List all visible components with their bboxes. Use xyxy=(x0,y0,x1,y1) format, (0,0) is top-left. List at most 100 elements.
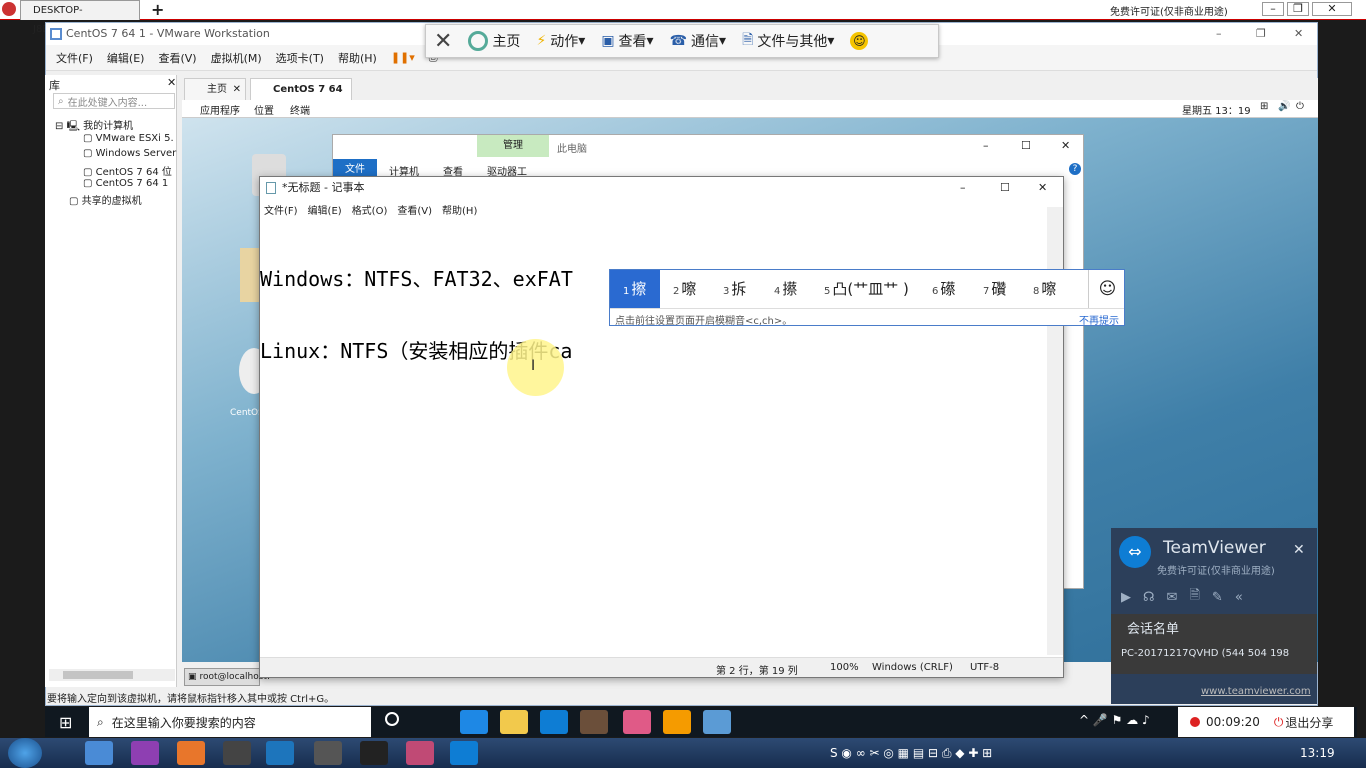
folder-icon[interactable] xyxy=(500,710,528,734)
menu-view[interactable]: 查看(V) xyxy=(158,50,196,66)
collapse-icon[interactable]: « xyxy=(1235,590,1243,605)
vm-task-item[interactable]: ▣ root@localhost:~ xyxy=(184,668,278,686)
menu-file[interactable]: 文件(F) xyxy=(56,50,93,66)
menu-edit[interactable]: 编辑(E) xyxy=(308,202,342,217)
ime-candidate[interactable]: 4攃 xyxy=(774,270,797,308)
maximize-icon[interactable]: ❐ xyxy=(1256,23,1266,45)
menu-edit[interactable]: 编辑(E) xyxy=(107,50,145,66)
pin-icon[interactable]: ✎ xyxy=(1212,590,1223,605)
minimize-icon[interactable]: – xyxy=(983,139,989,152)
tree-shared-vms[interactable]: ▢ 共享的虚拟机 xyxy=(69,192,142,207)
close-icon[interactable]: ✕ xyxy=(233,79,241,101)
tab-centos[interactable]: CentOS 7 64 1✕ xyxy=(250,78,352,117)
smiley-icon[interactable]: ☺ xyxy=(850,32,869,50)
actions-button[interactable]: ⚡ 动作 ▾ xyxy=(536,31,585,51)
menu-view[interactable]: 查看(V) xyxy=(397,202,432,217)
ime-candidate[interactable]: 5 凸(艹皿艹 ) xyxy=(824,270,909,308)
session-tab[interactable]: DESKTOP-J8EBTT8✕ xyxy=(20,0,140,35)
power-icon[interactable]: ⏻ xyxy=(1296,101,1304,112)
app-icon[interactable] xyxy=(85,741,113,765)
menu-format[interactable]: 格式(O) xyxy=(352,202,388,217)
menu-vm[interactable]: 虚拟机(M) xyxy=(211,50,262,66)
app-icon[interactable] xyxy=(580,710,608,734)
files-button[interactable]: 🗎 文件与其他 ▾ xyxy=(742,29,834,53)
chat-icon[interactable]: ✉ xyxy=(1167,590,1178,605)
tray-icons[interactable]: ^ 🎤 ⚑ ☁ ♪ xyxy=(1079,713,1150,727)
menu-help[interactable]: 帮助(H) xyxy=(338,50,377,66)
system-clock[interactable]: 13:19 xyxy=(1300,746,1335,760)
ime-candidate[interactable]: 7礸 xyxy=(983,270,1006,308)
video-icon[interactable]: ▶ xyxy=(1121,590,1131,605)
gnome-terminal[interactable]: 终端 xyxy=(290,102,310,117)
menu-tabs[interactable]: 选项卡(T) xyxy=(276,50,324,66)
close-icon[interactable]: ✕ xyxy=(1061,139,1070,152)
emoji-icon[interactable]: ☺ xyxy=(1088,270,1126,308)
notepad-icon[interactable] xyxy=(703,710,731,734)
comm-button[interactable]: ☎ 通信 ▾ xyxy=(670,31,726,51)
horizontal-scrollbar[interactable] xyxy=(49,669,175,681)
edge-icon[interactable] xyxy=(460,710,488,734)
network-icon[interactable]: ⊞ xyxy=(1260,101,1268,112)
minimize-icon[interactable]: – xyxy=(960,177,966,199)
ime-candidate[interactable]: 3拆 xyxy=(723,270,746,308)
maximize-icon[interactable]: ☐ xyxy=(1000,177,1010,199)
gnome-applications[interactable]: 应用程序 xyxy=(200,102,240,117)
pause-icon[interactable]: ❚❚▾ xyxy=(391,51,415,64)
ime-dismiss[interactable]: 不再提示 xyxy=(1079,312,1119,327)
tree-item-vm[interactable]: ▢ CentOS 7 64 1 xyxy=(83,178,168,192)
session-peer[interactable]: PC-20171217QVHD (544 504 198 xyxy=(1121,648,1289,659)
maximize-icon[interactable]: ❐ xyxy=(1287,2,1309,16)
vmware-icon[interactable] xyxy=(266,741,294,765)
close-icon[interactable]: ✕ xyxy=(1293,542,1305,558)
minimize-icon[interactable]: – xyxy=(1216,23,1222,45)
chat-icon[interactable] xyxy=(406,741,434,765)
ime-candidate[interactable]: 2嚓 xyxy=(673,270,696,308)
vmware-icon[interactable] xyxy=(663,710,691,734)
menu-help[interactable]: 帮助(H) xyxy=(442,202,477,217)
close-icon: ✕ xyxy=(434,28,453,54)
windows-start-icon[interactable] xyxy=(8,738,42,768)
tree-item-vm[interactable]: ▢ Windows Server xyxy=(83,148,176,162)
ime-candidate[interactable]: 6礤 xyxy=(932,270,955,308)
file-icon[interactable]: 🗎 xyxy=(1189,586,1199,608)
gnome-places[interactable]: 位置 xyxy=(254,102,274,117)
minimize-icon[interactable]: – xyxy=(1262,2,1284,16)
volume-icon[interactable]: 🔊 xyxy=(1278,101,1290,112)
home-button[interactable]: 主页 xyxy=(468,31,520,51)
headset-icon[interactable]: ☊ xyxy=(1143,590,1155,605)
firefox-icon[interactable] xyxy=(177,741,205,765)
close-icon[interactable]: ✕ xyxy=(1038,177,1047,199)
teamviewer-icon[interactable] xyxy=(540,710,568,734)
windows-start-icon[interactable]: ⊞ xyxy=(59,713,72,732)
stop-share-button[interactable]: 退出分享 xyxy=(1285,714,1333,731)
tree-my-computer[interactable]: ⊟ 🖳 我的计算机 xyxy=(55,117,133,132)
menu-file[interactable]: 文件(F) xyxy=(264,202,298,217)
ime-candidate[interactable]: 1擦 xyxy=(610,270,660,308)
settings-icon[interactable] xyxy=(223,741,251,765)
new-tab-icon[interactable]: + xyxy=(151,0,164,19)
close-icon[interactable]: ✕ xyxy=(1312,2,1352,16)
gnome-clock[interactable]: 星期五 13：19 xyxy=(1182,102,1251,117)
power-icon[interactable]: ⏻ xyxy=(1274,715,1284,730)
tab-manage[interactable]: 管理 xyxy=(477,135,549,157)
cortana-icon[interactable] xyxy=(385,712,399,726)
cmd-icon[interactable] xyxy=(360,741,388,765)
teamviewer-icon[interactable] xyxy=(450,741,478,765)
teamviewer-link[interactable]: www.teamviewer.com xyxy=(1201,686,1311,697)
tab-home[interactable]: 主页 ✕ xyxy=(184,78,246,100)
tree-item-vm[interactable]: ▢ CentOS 7 64 位 xyxy=(83,163,172,178)
view-button[interactable]: ▣ 查看 ▾ xyxy=(601,31,653,51)
library-search[interactable]: ⌕ 在此处键入内容... xyxy=(53,93,175,109)
chat-icon[interactable] xyxy=(623,710,651,734)
windows-search[interactable]: ⌕ 在这里输入你要搜索的内容 xyxy=(89,707,371,737)
tree-item-vm[interactable]: ▢ VMware ESXi 5. xyxy=(83,133,174,147)
app-icon[interactable] xyxy=(314,741,342,765)
tray-icons[interactable]: S ◉ ∞ ✂ ◎ ▦ ▤ ⊟ ⎙ ◆ ✚ ⊞ xyxy=(830,746,992,761)
close-icon[interactable]: ✕ xyxy=(1294,23,1303,45)
ime-candidate[interactable]: 8嚓 xyxy=(1033,270,1056,308)
help-icon[interactable]: ? xyxy=(1069,163,1081,175)
maximize-icon[interactable]: ☐ xyxy=(1021,139,1031,152)
close-icon[interactable]: ✕ xyxy=(167,76,176,89)
close-session-button[interactable]: ✕ xyxy=(434,29,452,54)
onenote-icon[interactable] xyxy=(131,741,159,765)
